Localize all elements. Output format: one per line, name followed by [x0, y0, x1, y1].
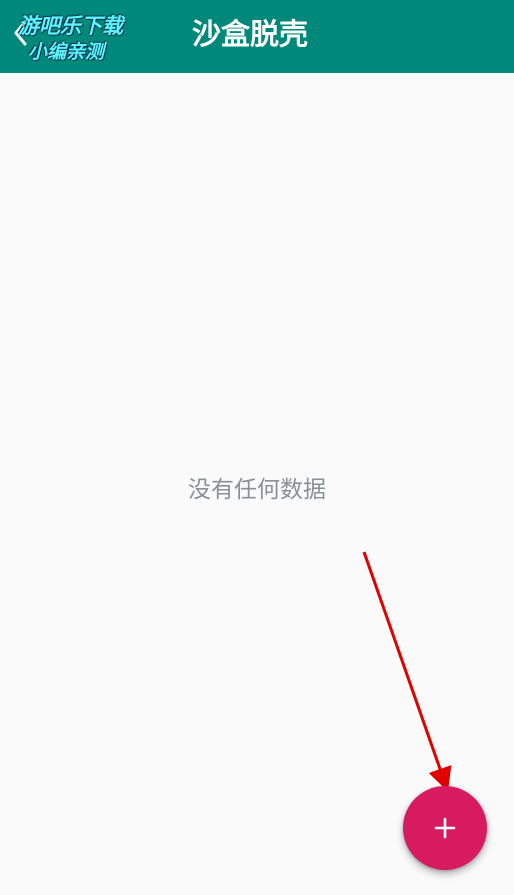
watermark-logo: 游吧乐下载 小编亲测 — [16, 8, 150, 64]
watermark-line2: 小编亲测 — [28, 41, 105, 63]
empty-state-message: 没有任何数据 — [188, 477, 326, 503]
page-title: 沙盒脱壳 — [192, 17, 309, 51]
app-screen: 游吧乐下载 小编亲测 沙盒脱壳 没有任何数据 — [0, 0, 514, 895]
add-fab-button[interactable] — [403, 786, 487, 870]
annotation-arrow — [362, 551, 452, 792]
app-bar: 游吧乐下载 小编亲测 沙盒脱壳 — [0, 0, 514, 73]
plus-icon — [434, 817, 456, 839]
watermark-line1: 游吧乐下载 — [18, 14, 123, 38]
annotation-arrow-line — [362, 551, 452, 792]
